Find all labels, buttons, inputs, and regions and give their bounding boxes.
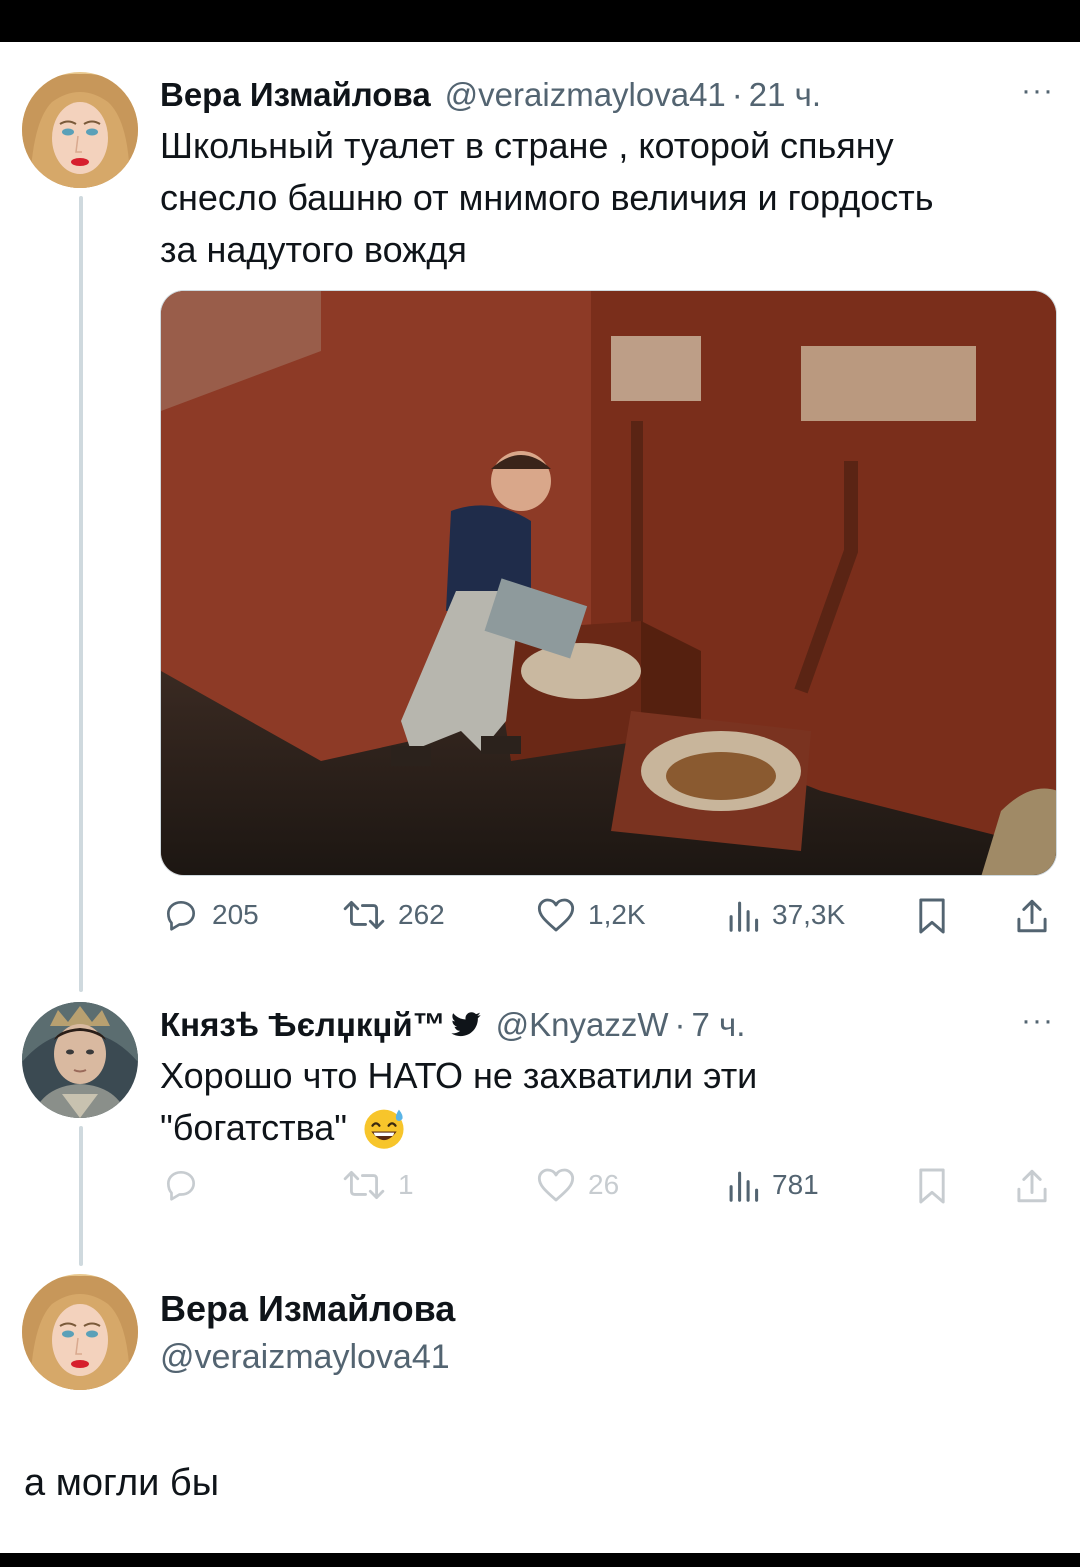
- bottom-bar: [0, 1553, 1080, 1567]
- top-bar: [0, 0, 1080, 42]
- bird-icon: [450, 1012, 481, 1037]
- author-name[interactable]: Вера Измайлова: [160, 76, 431, 114]
- repost-count: 1: [398, 1169, 414, 1200]
- views-count: 781: [772, 1169, 819, 1200]
- sweat-smile-emoji: [364, 1109, 404, 1149]
- tweet-text-line: Школьный туалет в стране , которой спьян…: [160, 125, 894, 166]
- views-icon: [729, 1171, 759, 1202]
- heart-icon: [537, 898, 575, 932]
- separator-dot: ·: [731, 76, 743, 113]
- avatar[interactable]: [22, 1002, 138, 1118]
- tweet-text-line: за надутого вождя: [160, 229, 467, 270]
- action-bar: 1 26 781: [160, 1166, 1060, 1216]
- tweet-text: Хорошо что НАТО не захватили эти "богатс…: [160, 1050, 1050, 1154]
- views-icon: [729, 901, 759, 932]
- share-icon: [1017, 899, 1047, 933]
- action-bar: 205 262 1,2K 37,3K: [160, 896, 1060, 946]
- bookmark-button[interactable]: [916, 1166, 948, 1206]
- bookmark-icon: [919, 1168, 945, 1204]
- tweet-text-line: "богатства": [160, 1107, 348, 1148]
- author-name[interactable]: Князѣ Ѣєлџкџй™: [160, 1006, 446, 1044]
- bookmark-button[interactable]: [916, 896, 948, 936]
- separator-dot: ·: [674, 1006, 686, 1043]
- like-count: 1,2K: [588, 899, 646, 930]
- reply-count: 205: [212, 899, 259, 930]
- repost-button[interactable]: 262: [342, 896, 445, 934]
- timestamp[interactable]: 7 ч.: [692, 1006, 746, 1044]
- avatar[interactable]: [22, 1274, 138, 1390]
- tweet-header: Вера Измайлова @veraizmaylova41 · 21 ч.: [160, 76, 821, 114]
- tweet-text: Школьный туалет в стране , которой спьян…: [160, 120, 1050, 276]
- reply-button[interactable]: [162, 1166, 212, 1204]
- share-icon: [1017, 1169, 1047, 1203]
- repost-icon: [343, 901, 385, 929]
- tweet-text-line: снесло башню от мнимого величия и гордос…: [160, 177, 934, 218]
- reply-icon: [166, 1170, 196, 1201]
- views-count: 37,3K: [772, 899, 846, 930]
- repost-count: 262: [398, 899, 445, 930]
- author-handle[interactable]: @veraizmaylova41: [160, 1338, 450, 1377]
- views-button[interactable]: 37,3K: [726, 896, 845, 934]
- more-icon[interactable]: ···: [1021, 1004, 1054, 1038]
- thread-line: [79, 196, 83, 992]
- repost-button[interactable]: 1: [342, 1166, 414, 1204]
- like-button[interactable]: 1,2K: [536, 896, 646, 934]
- views-button[interactable]: 781: [726, 1166, 819, 1204]
- author-handle[interactable]: @veraizmaylova41: [445, 76, 726, 114]
- tweet-text-line: Хорошо что НАТО не захватили эти: [160, 1055, 758, 1096]
- tweet-header: Князѣ Ѣєлџкџй™ @KnyazzW · 7 ч.: [160, 1006, 745, 1044]
- heart-icon: [537, 1168, 575, 1202]
- like-button[interactable]: 26: [536, 1166, 619, 1204]
- thread-line: [79, 1126, 83, 1266]
- share-button[interactable]: [1014, 1166, 1050, 1206]
- tweet-text-line-with-emoji: "богатства": [160, 1102, 1050, 1154]
- share-button[interactable]: [1014, 896, 1050, 936]
- tweet-text: а могли бы: [24, 1462, 220, 1504]
- author-handle[interactable]: @KnyazzW: [496, 1006, 669, 1044]
- tweet-photo[interactable]: [160, 290, 1057, 876]
- reply-button[interactable]: 205: [162, 896, 259, 934]
- repost-icon: [343, 1171, 385, 1199]
- author-name[interactable]: Вера Измайлова: [160, 1288, 455, 1330]
- bookmark-icon: [919, 898, 945, 934]
- like-count: 26: [588, 1169, 620, 1200]
- reply-icon: [166, 900, 196, 931]
- avatar[interactable]: [22, 72, 138, 188]
- timestamp[interactable]: 21 ч.: [749, 76, 821, 114]
- more-icon[interactable]: ···: [1021, 74, 1054, 108]
